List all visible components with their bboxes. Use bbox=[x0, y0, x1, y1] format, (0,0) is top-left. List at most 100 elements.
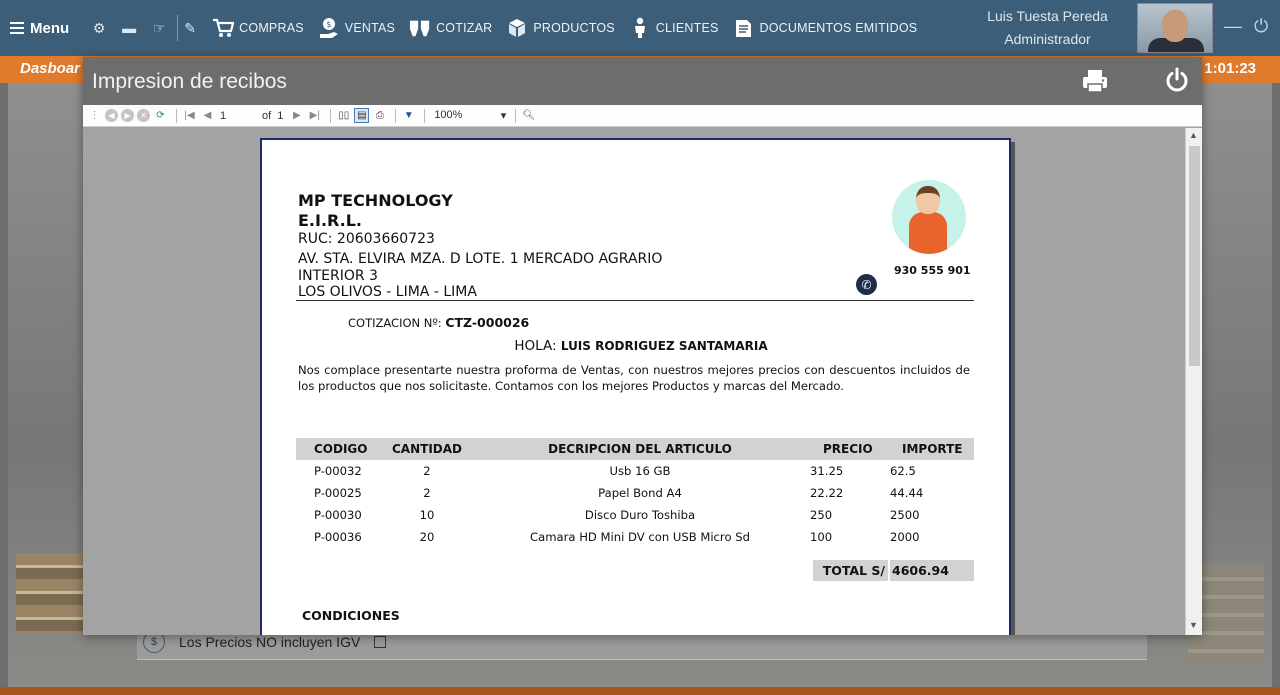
phone-icon: ✆ bbox=[856, 274, 877, 295]
page-input[interactable]: 1 bbox=[218, 110, 248, 122]
page-setup-icon[interactable]: ⎙ bbox=[372, 108, 387, 123]
refresh-icon[interactable]: ⟳ bbox=[153, 108, 168, 123]
export-icon[interactable]: ▼ bbox=[401, 108, 416, 123]
svg-text:$: $ bbox=[326, 20, 331, 29]
user-info[interactable]: Luis Tuesta Pereda Administrador bbox=[970, 5, 1125, 51]
cell-cantidad: 2 bbox=[423, 464, 431, 478]
next-page-icon[interactable]: ▶ bbox=[289, 108, 304, 123]
col-descripcion: DECRIPCION DEL ARTICULO bbox=[548, 442, 732, 456]
find-icon[interactable]: 🔍︎ bbox=[521, 108, 536, 123]
receipt-page: MP TECHNOLOGY E.I.R.L. RUC: 20603660723 … bbox=[260, 138, 1011, 635]
last-page-icon[interactable]: ▶| bbox=[307, 108, 322, 123]
cell-importe: 62.5 bbox=[890, 464, 916, 478]
avatar[interactable] bbox=[1137, 3, 1213, 53]
company-name-line1: MP TECHNOLOGY bbox=[298, 191, 453, 210]
document-map-icon[interactable]: ▯▯ bbox=[336, 108, 351, 123]
power-icon bbox=[1166, 67, 1188, 92]
print-layout-icon[interactable]: ▤ bbox=[354, 108, 370, 123]
company-name-line2: E.I.R.L. bbox=[298, 211, 363, 230]
customer-name: LUIS RODRIGUEZ SANTAMARIA bbox=[560, 339, 768, 353]
clock-time: 1:01:23 bbox=[1204, 60, 1256, 77]
boxes-icon bbox=[506, 17, 528, 39]
users-icon bbox=[629, 17, 651, 39]
pen-icon[interactable]: ✎ bbox=[182, 20, 198, 36]
scroll-down-icon[interactable]: ▼ bbox=[1189, 620, 1198, 630]
minimize-icon[interactable]: — bbox=[1224, 16, 1242, 37]
forward-icon[interactable]: ▶ bbox=[121, 109, 134, 122]
table-row: P-00025 2 Papel Bond A4 22.22 44.44 bbox=[296, 482, 974, 504]
report-viewer: MP TECHNOLOGY E.I.R.L. RUC: 20603660723 … bbox=[83, 128, 1185, 635]
cell-cantidad: 20 bbox=[419, 530, 435, 544]
cell-codigo: P-00030 bbox=[314, 508, 362, 522]
total-pages: 1 bbox=[277, 109, 284, 122]
documents-icon bbox=[733, 17, 755, 39]
nav-cotizar[interactable]: COTIZAR bbox=[409, 17, 492, 39]
cell-codigo: P-00036 bbox=[314, 530, 362, 544]
nav-clientes[interactable]: CLIENTES bbox=[629, 17, 719, 39]
main-nav: COMPRAS $ VENTAS COTIZAR PRODUCTOS CLIEN… bbox=[212, 17, 917, 39]
support-mascot-image bbox=[892, 180, 966, 254]
back-icon[interactable]: ◀ bbox=[105, 109, 118, 122]
cell-importe: 44.44 bbox=[890, 486, 924, 500]
handshake-icon[interactable]: ☞ bbox=[151, 20, 167, 36]
cell-descripcion: Papel Bond A4 bbox=[598, 486, 682, 500]
cell-precio: 100 bbox=[810, 530, 833, 544]
gear-icon[interactable]: ⚙ bbox=[91, 20, 107, 36]
nav-compras[interactable]: COMPRAS bbox=[212, 17, 304, 39]
vertical-scrollbar[interactable]: ▲ ▼ bbox=[1185, 128, 1202, 635]
close-modal-button[interactable] bbox=[1164, 67, 1190, 93]
col-precio: PRECIO bbox=[823, 442, 873, 456]
scroll-up-icon[interactable]: ▲ bbox=[1189, 130, 1198, 140]
chevron-down-icon: ▾ bbox=[500, 110, 507, 122]
nav-ventas[interactable]: $ VENTAS bbox=[318, 17, 395, 39]
prev-page-icon[interactable]: ◀ bbox=[200, 108, 215, 123]
user-role: Administrador bbox=[1004, 31, 1091, 47]
dashboard-title: Dasboar bbox=[20, 60, 81, 77]
header-divider bbox=[296, 300, 974, 301]
quote-icon bbox=[409, 17, 431, 39]
scrollbar-thumb[interactable] bbox=[1189, 146, 1200, 366]
report-toolbar: ⋮ ◀ ▶ ✕ ⟳ |◀ ◀ 1 of 1 ▶ ▶| ▯▯ ▤ ⎙ ▼ 100%… bbox=[83, 105, 1202, 127]
cell-precio: 31.25 bbox=[810, 464, 844, 478]
cell-descripcion: Camara HD Mini DV con USB Micro Sd bbox=[530, 530, 750, 544]
cell-codigo: P-00032 bbox=[314, 464, 362, 478]
quote-number-line: COTIZACION Nº: CTZ-000026 bbox=[348, 315, 529, 330]
address-line3: LOS OLIVOS - LIMA - LIMA bbox=[298, 284, 477, 300]
col-importe: IMPORTE bbox=[902, 442, 963, 456]
print-button[interactable] bbox=[1082, 69, 1108, 93]
stop-icon[interactable]: ✕ bbox=[137, 109, 150, 122]
greeting-line: HOLA: LUIS RODRIGUEZ SANTAMARIA bbox=[296, 338, 986, 354]
modal-header: Impresion de recibos bbox=[83, 57, 1202, 105]
separator bbox=[177, 15, 179, 41]
igv-label: Los Precios NO incluyen IGV bbox=[179, 633, 361, 650]
address-line1: AV. STA. ELVIRA MZA. D LOTE. 1 MERCADO A… bbox=[298, 251, 663, 267]
company-ruc: RUC: 20603660723 bbox=[298, 231, 435, 247]
nav-cotizar-label: COTIZAR bbox=[436, 21, 493, 35]
conditions-heading: CONDICIONES bbox=[302, 608, 400, 623]
col-codigo: CODIGO bbox=[314, 442, 368, 456]
phone-number: 930 555 901 bbox=[894, 264, 971, 277]
printer-icon bbox=[1083, 70, 1107, 93]
intro-text: Nos complace presentarte nuestra proform… bbox=[298, 363, 970, 393]
greeting-label: HOLA: bbox=[514, 338, 557, 354]
chat-icon[interactable]: ▬ bbox=[121, 20, 137, 36]
sales-hand-icon: $ bbox=[318, 17, 340, 39]
nav-documentos-label: DOCUMENTOS EMITIDOS bbox=[759, 21, 918, 35]
nav-productos-label: PRODUCTOS bbox=[533, 21, 615, 35]
menu-label: Menu bbox=[30, 19, 70, 37]
nav-productos[interactable]: PRODUCTOS bbox=[506, 17, 615, 39]
top-navbar: Menu ⚙ ▬ ☞ ✎ COMPRAS $ VENTAS COTIZAR PR… bbox=[0, 0, 1280, 56]
first-page-icon[interactable]: |◀ bbox=[182, 108, 197, 123]
cell-precio: 22.22 bbox=[810, 486, 844, 500]
menu-button[interactable]: Menu bbox=[0, 19, 69, 37]
zoom-select[interactable]: 100% ▾ bbox=[430, 109, 510, 122]
user-name: Luis Tuesta Pereda bbox=[987, 8, 1108, 24]
cell-descripcion: Usb 16 GB bbox=[609, 464, 671, 478]
power-icon[interactable]: ⏻ bbox=[1254, 16, 1268, 37]
total-value: 4606.94 bbox=[890, 560, 974, 581]
print-receipt-modal: Impresion de recibos ⋮ ◀ ▶ ✕ ⟳ |◀ ◀ 1 of… bbox=[83, 57, 1202, 635]
cart-icon bbox=[212, 17, 235, 39]
igv-checkbox[interactable] bbox=[374, 635, 387, 648]
nav-documentos[interactable]: DOCUMENTOS EMITIDOS bbox=[733, 17, 918, 39]
cell-descripcion: Disco Duro Toshiba bbox=[584, 508, 696, 522]
